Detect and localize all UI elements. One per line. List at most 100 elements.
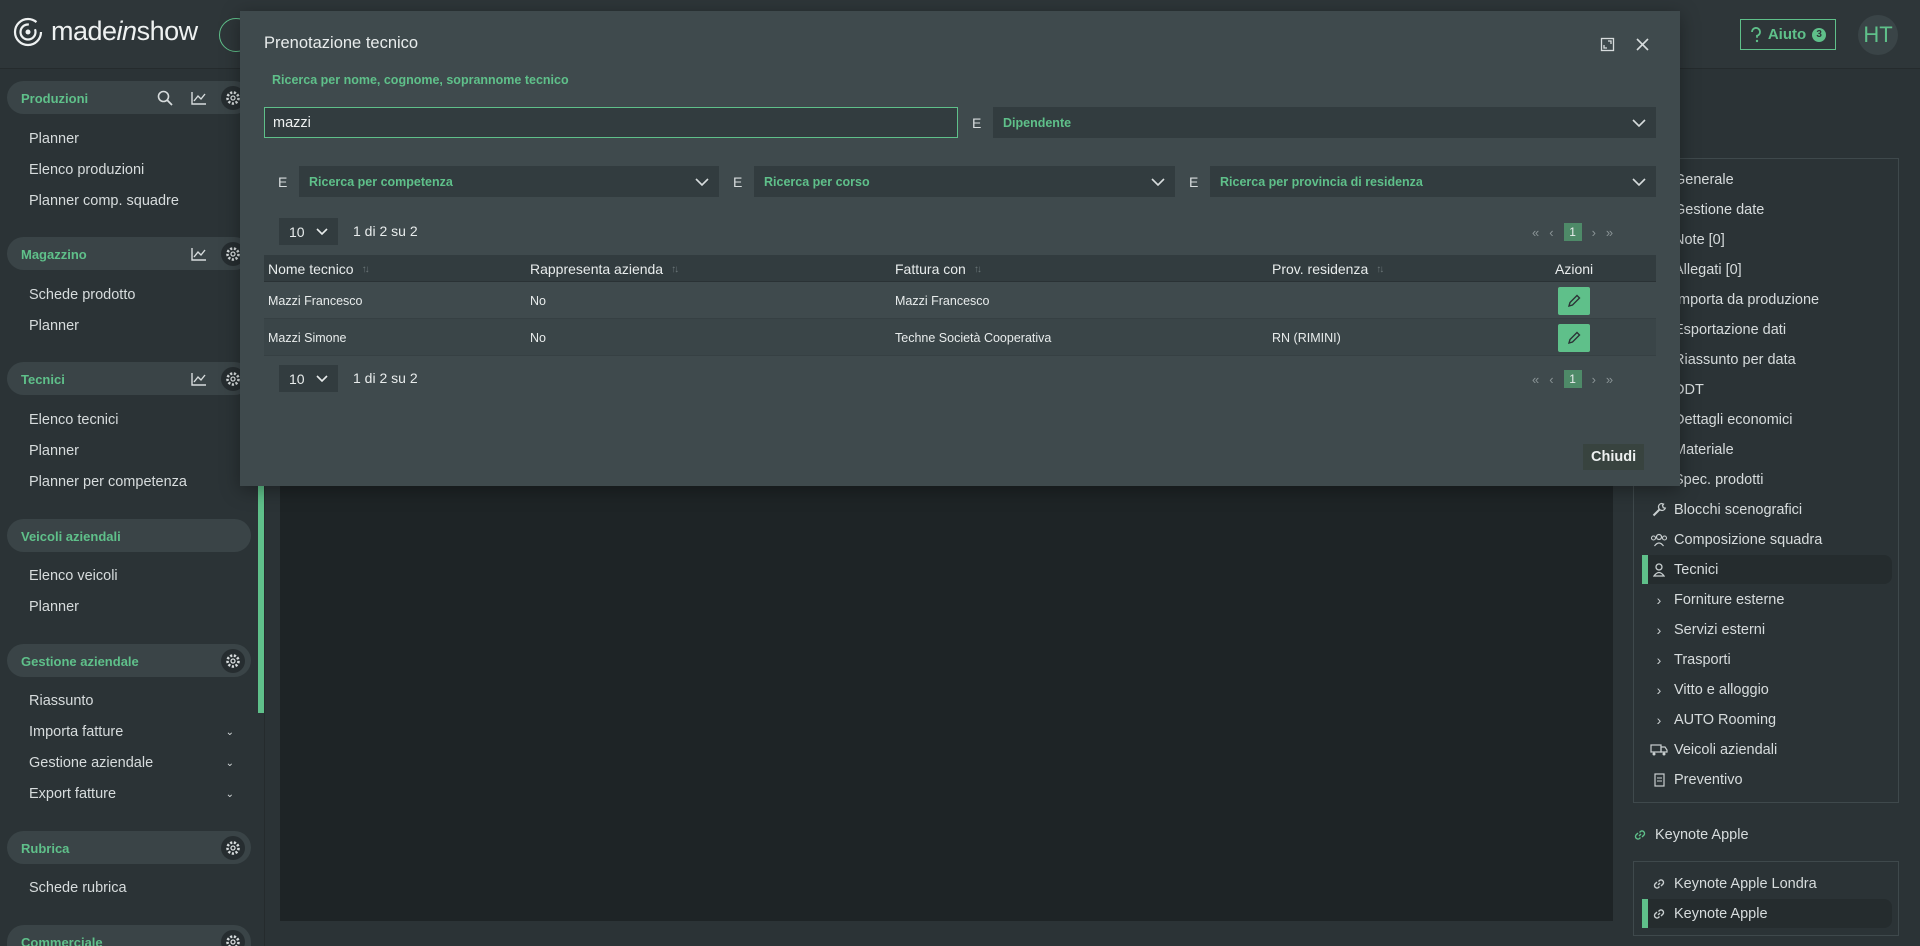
prev-page-icon[interactable]: ‹ [1549, 225, 1553, 240]
menu-item-preventivo[interactable]: Preventivo [1648, 765, 1892, 794]
menu-item-dettagli-economici[interactable]: Dettagli economici [1648, 405, 1892, 434]
gear-icon[interactable] [221, 836, 245, 860]
table-row[interactable]: Mazzi Francesco No Mazzi Francesco [264, 282, 1656, 319]
menu-item-veicoli-aziendali[interactable]: Veicoli aziendali [1648, 735, 1892, 764]
sidebar-section-gestione-aziendale[interactable]: Gestione aziendale [7, 644, 251, 677]
next-page-icon[interactable]: › [1592, 225, 1596, 240]
last-page-icon[interactable]: » [1606, 372, 1613, 387]
menu-item-importa-da-produzione[interactable]: Importa da produzione [1648, 285, 1892, 314]
menu-item-tecnici[interactable]: Tecnici [1642, 555, 1892, 584]
sidebar-item-elenco-produzioni[interactable]: Elenco produzioni [29, 162, 144, 178]
chevron-down-icon: ⌄ [225, 727, 234, 738]
provincia-select-value: Ricerca per provincia di residenza [1220, 174, 1423, 189]
sidebar-item-schede-rubrica[interactable]: Schede rubrica [29, 880, 127, 896]
chevron-right-icon: › [1656, 591, 1662, 608]
linked-production-keynote-apple[interactable]: Keynote Apple [1642, 899, 1892, 928]
cell-rappresenta: No [530, 294, 546, 308]
current-page[interactable]: 1 [1563, 223, 1582, 241]
gear-icon[interactable] [221, 930, 245, 946]
provincia-select[interactable]: Ricerca per provincia di residenza [1210, 166, 1656, 197]
section-title: Commerciale [21, 935, 103, 946]
chart-icon[interactable] [187, 242, 211, 266]
section-title: Produzioni [21, 91, 89, 106]
menu-item-ddt[interactable]: DDT [1648, 375, 1892, 404]
chart-icon[interactable] [187, 367, 211, 391]
app-logo[interactable]: madeinshow [13, 16, 198, 47]
column-header-fattura[interactable]: Fattura con ↑↓ [895, 261, 982, 277]
sidebar-item-riassunto[interactable]: Riassunto [29, 693, 93, 709]
sidebar-section-tecnici[interactable]: Tecnici [7, 362, 251, 395]
column-header-rappresenta[interactable]: Rappresenta azienda ↑↓ [530, 261, 679, 277]
table-row[interactable]: Mazzi Simone No Techne Società Cooperati… [264, 319, 1656, 356]
first-page-icon[interactable]: « [1532, 372, 1539, 387]
logo-text: madeinshow [51, 16, 198, 46]
menu-item-forniture-esterne[interactable]: › Forniture esterne [1648, 585, 1892, 614]
menu-item-servizi-esterni[interactable]: › Servizi esterni [1648, 615, 1892, 644]
search-input[interactable] [264, 107, 958, 138]
first-page-icon[interactable]: « [1532, 225, 1539, 240]
chevron-down-icon [1632, 177, 1646, 186]
sidebar-item-export-fatture[interactable]: Export fatture ⌄ [29, 786, 234, 802]
current-page[interactable]: 1 [1563, 370, 1582, 388]
pencil-icon [1567, 331, 1581, 345]
menu-item-note[interactable]: Note [0] [1648, 225, 1892, 254]
menu-item-composizione-squadra[interactable]: Composizione squadra [1648, 525, 1892, 554]
next-page-icon[interactable]: › [1592, 372, 1596, 387]
chart-icon[interactable] [187, 86, 211, 110]
sidebar-section-veicoli[interactable]: Veicoli aziendali [7, 519, 251, 552]
search-label: Ricerca per nome, cognome, soprannome te… [272, 73, 569, 87]
sidebar-item-schede-prodotto[interactable]: Schede prodotto [29, 287, 135, 303]
menu-item-vitto-e-alloggio[interactable]: › Vitto e alloggio [1648, 675, 1892, 704]
sidebar-item-planner[interactable]: Planner [29, 318, 79, 334]
menu-item-spec-prodotti[interactable]: Spec. prodotti [1648, 465, 1892, 494]
avatar[interactable]: HT [1858, 15, 1898, 55]
close-button[interactable]: Chiudi [1583, 444, 1645, 470]
chevron-down-icon [695, 177, 709, 186]
page-size-select[interactable]: 10 [279, 365, 338, 392]
type-select[interactable]: Dipendente [993, 107, 1656, 138]
sidebar-item-planner-per-competenza[interactable]: Planner per competenza [29, 474, 187, 490]
sidebar-item-planner[interactable]: Planner [29, 131, 79, 147]
maximize-icon[interactable] [1597, 34, 1617, 54]
competenza-select[interactable]: Ricerca per competenza [299, 166, 719, 197]
conjunction-label: E [1189, 174, 1199, 190]
sidebar-item-planner[interactable]: Planner [29, 599, 79, 615]
sidebar-item-planner[interactable]: Planner [29, 443, 79, 459]
menu-item-auto-rooming[interactable]: › AUTO Rooming [1648, 705, 1892, 734]
sidebar-section-rubrica[interactable]: Rubrica [7, 831, 251, 864]
last-page-icon[interactable]: » [1606, 225, 1613, 240]
corso-select[interactable]: Ricerca per corso [754, 166, 1175, 197]
gear-icon[interactable] [221, 649, 245, 673]
page-size-select[interactable]: 10 [279, 218, 338, 245]
sidebar-item-elenco-tecnici[interactable]: Elenco tecnici [29, 412, 118, 428]
help-button[interactable]: Aiuto 3 [1740, 19, 1836, 50]
sidebar-section-magazzino[interactable]: Magazzino [7, 237, 251, 270]
linked-production-londra[interactable]: Keynote Apple Londra [1648, 869, 1892, 898]
close-icon[interactable] [1632, 34, 1652, 54]
menu-item-riassunto-per-data[interactable]: Riassunto per data [1648, 345, 1892, 374]
sidebar-item-planner-comp-squadre[interactable]: Planner comp. squadre [29, 193, 179, 209]
menu-item-esportazione-dati[interactable]: Esportazione dati [1648, 315, 1892, 344]
menu-item-gestione-date[interactable]: Gestione date [1648, 195, 1892, 224]
column-header-nome[interactable]: Nome tecnico ↑↓ [268, 261, 370, 277]
search-icon[interactable] [153, 86, 177, 110]
menu-item-materiale[interactable]: Materiale [1648, 435, 1892, 464]
item-label: Gestione aziendale [29, 755, 154, 771]
prev-page-icon[interactable]: ‹ [1549, 372, 1553, 387]
chevron-down-icon: ⌄ [225, 789, 234, 800]
edit-button[interactable] [1558, 324, 1590, 352]
sidebar-section-commerciale[interactable]: Commerciale [7, 925, 251, 946]
edit-button[interactable] [1558, 287, 1590, 315]
sidebar-item-gestione-aziendale[interactable]: Gestione aziendale ⌄ [29, 755, 234, 771]
menu-item-generale[interactable]: Generale [1648, 165, 1892, 194]
sidebar-section-produzioni[interactable]: Produzioni [7, 81, 251, 114]
linked-production-title[interactable]: Keynote Apple [1633, 827, 1749, 843]
sidebar-item-importa-fatture[interactable]: Importa fatture ⌄ [29, 724, 234, 740]
menu-item-blocchi-scenografici[interactable]: Blocchi scenografici [1648, 495, 1892, 524]
menu-item-allegati[interactable]: Allegati [0] [1648, 255, 1892, 284]
page-size-value: 10 [289, 370, 305, 387]
column-header-prov[interactable]: Prov. residenza ↑↓ [1272, 261, 1384, 277]
menu-item-trasporti[interactable]: › Trasporti [1648, 645, 1892, 674]
section-title: Tecnici [21, 372, 65, 387]
sidebar-item-elenco-veicoli[interactable]: Elenco veicoli [29, 568, 118, 584]
